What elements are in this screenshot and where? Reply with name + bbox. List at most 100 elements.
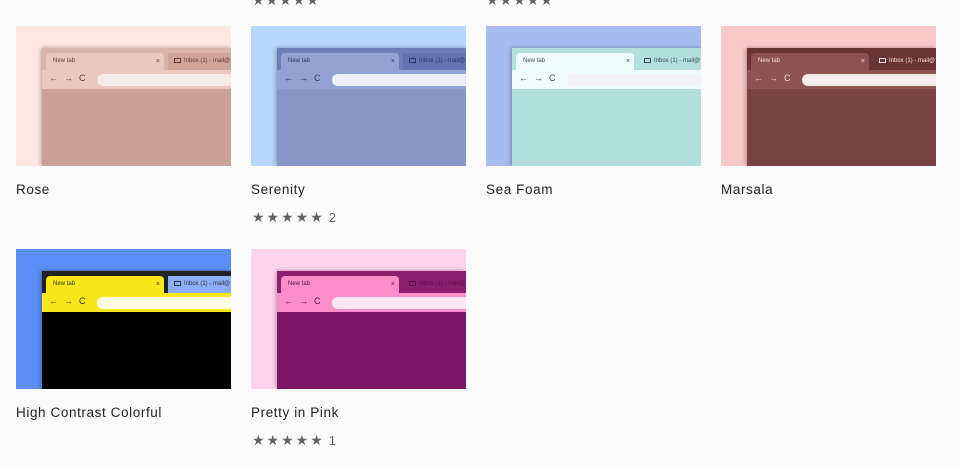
close-icon: × [155, 281, 160, 288]
omnibox [97, 297, 231, 309]
tab-new-tab: New tab × [516, 53, 634, 70]
mail-icon [174, 58, 181, 63]
tab-new-tab: New tab × [751, 53, 869, 70]
theme-rating [17, 432, 21, 448]
tab-new-tab: New tab × [281, 276, 399, 293]
close-icon: × [155, 58, 160, 65]
theme-title[interactable]: Marsala [721, 182, 773, 197]
toolbar: ←→C [277, 70, 466, 89]
tab-strip: New tab × Inbox (1) - mail@ [277, 271, 466, 293]
browser-preview: New tab × Inbox (1) - mail@ ←→C [277, 271, 466, 389]
tab-inbox: Inbox (1) - mail@ [403, 53, 466, 70]
browser-preview: New tab × Inbox (1) - mail@ ←→C [277, 48, 466, 166]
page-content-area [747, 89, 936, 166]
rating-count: 1 [328, 433, 336, 448]
theme-title[interactable]: Serenity [251, 182, 305, 197]
browser-preview: New tab × Inbox (1) - mail@ ←→C [747, 48, 936, 166]
tab-inbox: Inbox (1) - mail@ [168, 53, 231, 70]
tab-label: Inbox (1) - mail@ [419, 58, 466, 64]
theme-card-serenity[interactable]: New tab × Inbox (1) - mail@ ←→C Serenity… [251, 26, 466, 225]
tab-label: New tab [523, 58, 546, 64]
mail-icon [409, 281, 416, 286]
omnibox [332, 297, 466, 309]
theme-card-pretty-in-pink[interactable]: New tab × Inbox (1) - mail@ ←→C Pretty i… [251, 249, 466, 448]
navigation-icons: ←→C [754, 73, 797, 83]
navigation-icons: ←→C [284, 296, 327, 306]
omnibox [802, 74, 936, 86]
theme-thumbnail[interactable]: New tab × Inbox (1) - mail@ ←→C [251, 26, 466, 166]
toolbar: ←→C [512, 70, 701, 89]
browser-preview: New tab × Inbox (1) - mail@ ←→C [512, 48, 701, 166]
theme-rating [487, 209, 491, 225]
tab-label: New tab [53, 281, 76, 287]
tab-inbox: Inbox (1) - mail@ [168, 276, 231, 293]
navigation-icons: ←→C [49, 296, 92, 306]
theme-thumbnail[interactable]: New tab × Inbox (1) - mail@ ←→C [486, 26, 701, 166]
mail-icon [174, 281, 181, 286]
theme-thumbnail[interactable]: New tab × Inbox (1) - mail@ ←→C [16, 249, 231, 389]
star-rating-icons: ★★★★★ [252, 209, 325, 225]
theme-rating: ★★★★★ 2 [252, 209, 336, 226]
tab-new-tab: New tab × [281, 53, 399, 70]
browser-preview: New tab × Inbox (1) - mail@ ←→C [42, 271, 231, 389]
close-icon: × [625, 58, 630, 65]
toolbar: ←→C [277, 293, 466, 312]
tab-new-tab: New tab × [46, 276, 164, 293]
omnibox [567, 74, 701, 86]
theme-title[interactable]: Sea Foam [486, 182, 553, 197]
theme-card-sea-foam[interactable]: New tab × Inbox (1) - mail@ ←→C Sea Foam [486, 26, 701, 197]
tab-strip: New tab × Inbox (1) - mail@ [512, 48, 701, 70]
theme-thumbnail[interactable]: New tab × Inbox (1) - mail@ ←→C [16, 26, 231, 166]
theme-title[interactable]: Rose [16, 182, 50, 197]
close-icon: × [860, 58, 865, 65]
mail-icon [879, 58, 886, 63]
theme-thumbnail[interactable]: New tab × Inbox (1) - mail@ ←→C [251, 249, 466, 389]
toolbar: ←→C [42, 70, 231, 89]
close-icon: × [390, 281, 395, 288]
tab-label: Inbox (1) - mail@ [654, 58, 701, 64]
tab-strip: New tab × Inbox (1) - mail@ [277, 48, 466, 70]
toolbar: ←→C [747, 70, 936, 89]
mail-icon [409, 58, 416, 63]
theme-card-marsala[interactable]: New tab × Inbox (1) - mail@ ←→C Marsala [721, 26, 936, 197]
theme-card-rose[interactable]: New tab × Inbox (1) - mail@ ←→C Rose [16, 26, 231, 197]
tab-strip: New tab × Inbox (1) - mail@ [747, 48, 936, 70]
theme-thumbnail[interactable]: New tab × Inbox (1) - mail@ ←→C [721, 26, 936, 166]
close-icon: × [390, 58, 395, 65]
theme-card-high-contrast-colorful[interactable]: New tab × Inbox (1) - mail@ ←→C High Con… [16, 249, 231, 420]
page-content-area [512, 89, 701, 166]
page-content-area [277, 89, 466, 166]
navigation-icons: ←→C [284, 73, 327, 83]
star-rating-icons: ★★★★★ [252, 432, 325, 448]
rating-count: 2 [328, 210, 336, 225]
page-content-area [42, 312, 231, 389]
tab-strip: New tab × Inbox (1) - mail@ [42, 48, 231, 70]
navigation-icons: ←→C [519, 73, 562, 83]
omnibox [332, 74, 466, 86]
tab-strip: New tab × Inbox (1) - mail@ [42, 271, 231, 293]
tab-label: Inbox (1) - mail@ [184, 58, 231, 64]
browser-preview: New tab × Inbox (1) - mail@ ←→C [42, 48, 231, 166]
mail-icon [644, 58, 651, 63]
tab-inbox: Inbox (1) - mail@ [638, 53, 701, 70]
theme-title[interactable]: Pretty in Pink [251, 405, 339, 420]
tab-label: New tab [288, 281, 311, 287]
theme-rating [17, 209, 21, 225]
tab-inbox: Inbox (1) - mail@ [873, 53, 936, 70]
tab-label: New tab [758, 58, 781, 64]
navigation-icons: ←→C [49, 73, 92, 83]
partial-rating-stars: ★★★★★ [252, 0, 320, 8]
theme-title[interactable]: High Contrast Colorful [16, 405, 162, 420]
omnibox [97, 74, 231, 86]
tab-label: Inbox (1) - mail@ [419, 281, 466, 287]
tab-new-tab: New tab × [46, 53, 164, 70]
page-content-area [277, 312, 466, 389]
theme-gallery: ★★★★★ ★★★★★ New tab × Inbox (1) - mail@ … [0, 0, 959, 468]
toolbar: ←→C [42, 293, 231, 312]
theme-rating: ★★★★★ 1 [252, 432, 336, 449]
tab-label: Inbox (1) - mail@ [889, 58, 936, 64]
tab-inbox: Inbox (1) - mail@ [403, 276, 466, 293]
tab-label: Inbox (1) - mail@ [184, 281, 231, 287]
page-content-area [42, 89, 231, 166]
tab-label: New tab [53, 58, 76, 64]
